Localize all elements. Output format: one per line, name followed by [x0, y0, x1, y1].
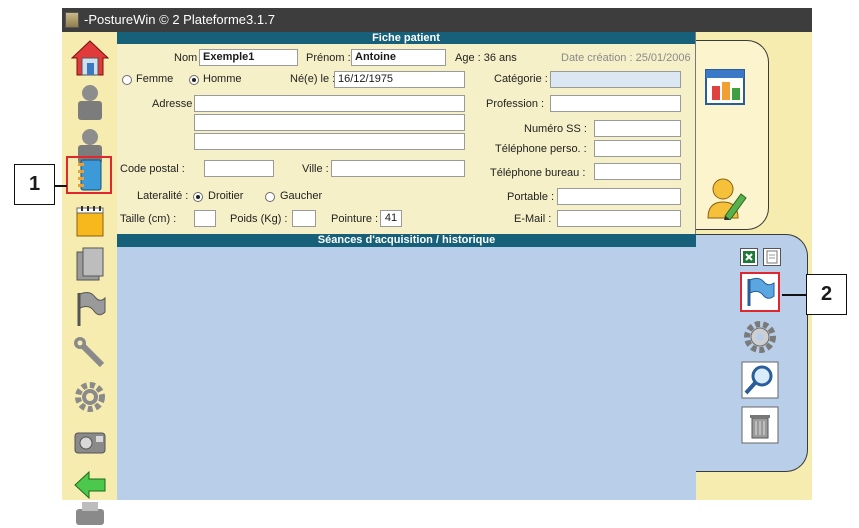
- window-title: -PostureWin © 2 Plateforme3.1.7: [84, 12, 275, 27]
- code-postal-label: Code postal :: [120, 163, 185, 175]
- droitier-label: Droitier: [208, 190, 244, 202]
- code-postal-field[interactable]: [204, 160, 274, 177]
- camera-button[interactable]: [66, 419, 113, 463]
- tel-bureau-field[interactable]: [594, 163, 681, 180]
- patient-form: Fiche patient Nom : Exemple1 Prénom : An…: [117, 32, 696, 234]
- poids-field[interactable]: [292, 210, 316, 227]
- ville-label: Ville :: [302, 163, 329, 175]
- categorie-select[interactable]: [550, 71, 681, 88]
- age-value: Age : 36 ans: [455, 52, 517, 64]
- search-button[interactable]: [740, 360, 780, 400]
- adresse-line1[interactable]: [194, 95, 465, 112]
- nom-field[interactable]: Exemple1: [199, 49, 298, 66]
- email-label: E-Mail :: [514, 213, 552, 225]
- edit-patient-button[interactable]: [705, 176, 747, 220]
- lateralite-label: Lateralité :: [137, 190, 189, 202]
- flag-session-button[interactable]: [740, 272, 780, 312]
- patient-file-button[interactable]: [66, 156, 112, 194]
- flag-icon: [747, 277, 775, 306]
- ville-field[interactable]: [331, 160, 465, 177]
- excel-icon: [743, 251, 755, 263]
- edit-user-icon: [707, 178, 747, 220]
- categorie-label: Catégorie :: [494, 73, 548, 85]
- form-header: Fiche patient: [117, 32, 695, 44]
- notepad-icon: [76, 206, 103, 237]
- birthdate-label: Né(e) le :: [290, 73, 336, 85]
- home-icon: [70, 40, 109, 76]
- gear-icon: [74, 382, 105, 412]
- flag-icon: [77, 292, 105, 326]
- email-field[interactable]: [557, 210, 681, 227]
- droitier-radio[interactable]: [193, 192, 203, 202]
- excel-button[interactable]: [740, 248, 758, 266]
- callout-1: 1: [14, 164, 55, 205]
- callout-2: 2: [806, 274, 847, 315]
- main-area: Fiche patient Nom : Exemple1 Prénom : An…: [117, 32, 696, 500]
- settings-button[interactable]: [740, 317, 780, 357]
- taille-field[interactable]: [194, 210, 216, 227]
- settings-icon: [744, 321, 776, 353]
- printer-icon: [75, 502, 104, 525]
- femme-radio[interactable]: [122, 75, 132, 85]
- numero-ss-label: Numéro SS :: [524, 123, 587, 135]
- portable-label: Portable :: [507, 191, 555, 203]
- documents-button[interactable]: [66, 243, 113, 287]
- page-button[interactable]: [763, 248, 781, 266]
- portable-field[interactable]: [557, 188, 681, 205]
- adresse-label: Adresse :: [152, 98, 199, 110]
- user-icon: [77, 85, 102, 120]
- gaucher-label: Gaucher: [280, 190, 323, 202]
- gaucher-radio[interactable]: [265, 192, 275, 202]
- homme-label: Homme: [203, 73, 242, 85]
- tools-icon: [73, 337, 104, 368]
- tel-perso-label: Téléphone perso. :: [495, 143, 587, 155]
- homme-radio[interactable]: [189, 75, 199, 85]
- adresse-line2[interactable]: [194, 114, 465, 131]
- window-icon: [705, 69, 745, 105]
- profession-field[interactable]: [550, 95, 681, 112]
- home-button[interactable]: [66, 36, 113, 80]
- pointure-field[interactable]: 41: [380, 210, 402, 227]
- app-icon: [65, 12, 79, 28]
- tools-button[interactable]: [66, 331, 113, 375]
- patient-button[interactable]: [66, 80, 113, 124]
- date-creation: Date création : 25/01/2006: [561, 52, 691, 64]
- tel-perso-field[interactable]: [594, 140, 681, 157]
- right-panel-bottom: [696, 234, 808, 472]
- profession-label: Profession :: [486, 98, 545, 110]
- flag-button[interactable]: [66, 287, 113, 331]
- birthdate-field[interactable]: 16/12/1975: [334, 71, 465, 88]
- trash-icon: [741, 406, 779, 444]
- prenom-field[interactable]: Antoine: [351, 49, 446, 66]
- sessions-header: Séances d'acquisition / historique: [117, 234, 696, 247]
- document-icon: [76, 247, 103, 281]
- adresse-line3[interactable]: [194, 133, 465, 150]
- gear-button[interactable]: [66, 375, 113, 419]
- callout-1-line: [55, 185, 67, 187]
- tel-bureau-label: Téléphone bureau :: [490, 167, 586, 179]
- pointure-label: Pointure :: [331, 213, 379, 225]
- left-toolbar: [62, 32, 117, 525]
- notes-button[interactable]: [66, 199, 113, 243]
- search-icon: [741, 361, 779, 399]
- prenom-label: Prénom :: [306, 52, 351, 64]
- page-icon: [766, 250, 778, 264]
- taille-label: Taille (cm) :: [120, 213, 177, 225]
- callout-2-line: [782, 294, 806, 296]
- print-button[interactable]: [66, 498, 113, 528]
- delete-button[interactable]: [740, 405, 780, 445]
- right-panel-top: [696, 40, 769, 230]
- camera-icon: [74, 432, 105, 454]
- sessions-list[interactable]: [117, 247, 696, 500]
- poids-label: Poids (Kg) :: [230, 213, 288, 225]
- back-arrow-icon: [73, 470, 105, 500]
- title-bar: -PostureWin © 2 Plateforme3.1.7: [62, 8, 812, 32]
- femme-label: Femme: [136, 73, 174, 85]
- numero-ss-field[interactable]: [594, 120, 681, 137]
- window-button[interactable]: [703, 67, 747, 107]
- notebook-icon: [78, 159, 102, 191]
